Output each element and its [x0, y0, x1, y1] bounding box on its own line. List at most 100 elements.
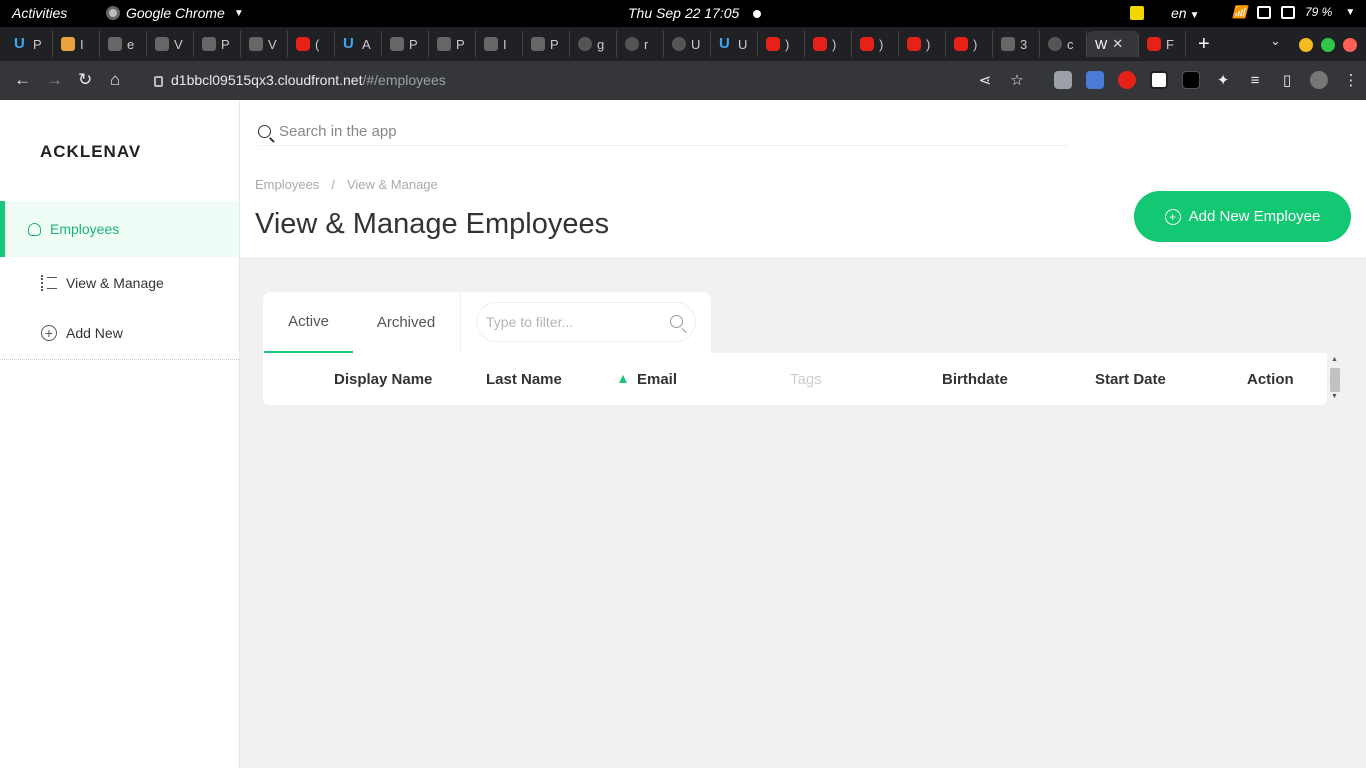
- app-menu[interactable]: Google Chrome ▼: [106, 5, 244, 21]
- sidebar-item-view-manage[interactable]: View & Manage: [0, 256, 239, 310]
- address-bar[interactable]: d1bbcl09515qx3.cloudfront.net/#/employee…: [154, 72, 446, 88]
- browser-tab[interactable]: c: [1040, 31, 1087, 57]
- youtube-icon: [766, 37, 780, 51]
- tab-archived[interactable]: Archived: [353, 292, 459, 353]
- browser-tab[interactable]: P: [523, 31, 570, 57]
- browser-tab[interactable]: ): [899, 31, 946, 57]
- kebab-menu-icon[interactable]: ⋮: [1342, 71, 1360, 89]
- search-icon: [258, 125, 271, 138]
- scroll-down-icon[interactable]: ▼: [1331, 393, 1338, 400]
- browser-tab[interactable]: UU: [711, 31, 758, 57]
- breadcrumb-view-manage[interactable]: View & Manage: [347, 177, 438, 192]
- system-status-menu[interactable]: 📶 79 % ▼: [1232, 5, 1355, 19]
- extension-icon[interactable]: [1054, 71, 1072, 89]
- language-label: en: [1171, 5, 1187, 21]
- reading-list-icon[interactable]: ≡: [1246, 72, 1264, 89]
- close-tab-icon[interactable]: ✕: [1112, 36, 1123, 52]
- tab-letter: U: [691, 36, 701, 52]
- profile-avatar[interactable]: [1310, 71, 1328, 89]
- browser-tab[interactable]: P: [429, 31, 476, 57]
- sidebar-item-label: Employees: [50, 221, 120, 237]
- browser-tab[interactable]: e: [100, 31, 147, 57]
- page-icon: [484, 37, 498, 51]
- home-icon[interactable]: ⌂: [110, 70, 120, 90]
- tab-letter: ): [879, 36, 884, 52]
- side-panel-icon[interactable]: ▯: [1278, 71, 1296, 89]
- tab-letter: ): [926, 36, 931, 52]
- tab-divider: [460, 292, 461, 354]
- browser-tab[interactable]: P: [382, 31, 429, 57]
- breadcrumb-employees[interactable]: Employees: [255, 177, 319, 192]
- browser-tab[interactable]: ): [852, 31, 899, 57]
- toolbar-actions: ⋖ ☆ ✦ ≡ ▯ ⋮: [976, 71, 1360, 89]
- network-icon: [1256, 5, 1271, 19]
- tab-letter: P: [221, 36, 230, 52]
- search-input[interactable]: [279, 123, 979, 140]
- sidebar-item-employees[interactable]: Employees: [0, 201, 239, 257]
- browser-tab[interactable]: V: [147, 31, 194, 57]
- lock-icon[interactable]: [154, 75, 163, 87]
- column-header-start-date[interactable]: Start Date: [1095, 371, 1166, 388]
- browser-tab[interactable]: V: [241, 31, 288, 57]
- browser-tab[interactable]: I: [476, 31, 523, 57]
- table-scrollbar[interactable]: ▲ ▼: [1328, 353, 1342, 405]
- star-icon[interactable]: ☆: [1008, 71, 1026, 89]
- sidebar-item-add-new[interactable]: + Add New: [0, 306, 239, 360]
- plus-circle-icon: +: [1164, 208, 1181, 225]
- tab-active[interactable]: Active: [264, 292, 353, 353]
- puzzle-icon[interactable]: ✦: [1214, 71, 1232, 89]
- column-header-email[interactable]: Email: [619, 371, 677, 388]
- globe-icon: [155, 37, 169, 51]
- translate-extension-icon[interactable]: [1086, 71, 1104, 89]
- lock-extension-icon[interactable]: [1182, 71, 1200, 89]
- new-tab-button[interactable]: +: [1198, 33, 1210, 56]
- scroll-thumb[interactable]: [1330, 368, 1340, 392]
- minimize-button[interactable]: [1299, 38, 1313, 52]
- app-search: [258, 118, 1068, 146]
- forward-arrow-icon[interactable]: →: [46, 70, 63, 90]
- upwork-icon: U: [343, 35, 354, 52]
- url-path: /#/employees: [362, 72, 446, 88]
- browser-tab[interactable]: r: [617, 31, 664, 57]
- browser-tab[interactable]: F: [1139, 31, 1186, 57]
- back-arrow-icon[interactable]: ←: [14, 70, 31, 90]
- browser-tab[interactable]: ): [758, 31, 805, 57]
- company-logo[interactable]: ACKLENAVENUE: [40, 142, 140, 162]
- search-icon: [670, 315, 683, 328]
- clock[interactable]: Thu Sep 22 17:05: [628, 5, 739, 21]
- browser-tab[interactable]: (: [288, 31, 335, 57]
- add-new-employee-button[interactable]: + Add New Employee: [1134, 191, 1351, 242]
- plus-circle-icon: +: [41, 324, 57, 341]
- notes-icon[interactable]: [1130, 6, 1144, 20]
- filter-input[interactable]: [486, 314, 656, 330]
- browser-tab[interactable]: I: [53, 31, 100, 57]
- scroll-up-icon[interactable]: ▲: [1331, 356, 1338, 363]
- browser-tab[interactable]: P: [194, 31, 241, 57]
- browser-tab-active[interactable]: W ✕: [1087, 31, 1139, 57]
- share-icon[interactable]: ⋖: [976, 71, 994, 89]
- column-header-last-name[interactable]: Last Name: [486, 371, 562, 388]
- column-header-display-name[interactable]: Display Name: [334, 371, 432, 388]
- notion-extension-icon[interactable]: [1150, 71, 1168, 89]
- close-window-button[interactable]: [1343, 38, 1357, 52]
- browser-tab[interactable]: ): [946, 31, 993, 57]
- language-selector[interactable]: en ▼: [1171, 5, 1199, 21]
- browser-tab[interactable]: 3: [993, 31, 1040, 57]
- reload-icon[interactable]: ↻: [78, 70, 92, 90]
- tab-letter: r: [644, 36, 649, 52]
- active-tab-letter: W: [1095, 36, 1108, 52]
- activities-button[interactable]: Activities: [12, 5, 67, 21]
- tab-letter: P: [409, 36, 418, 52]
- browser-tab[interactable]: U: [664, 31, 711, 57]
- tab-letter: F: [1166, 36, 1174, 52]
- github-icon: [578, 37, 592, 51]
- browser-tab[interactable]: ): [805, 31, 852, 57]
- adblock-extension-icon[interactable]: [1118, 71, 1136, 89]
- employee-tabs: Active Archived: [263, 292, 711, 354]
- maximize-button[interactable]: [1321, 38, 1335, 52]
- browser-tab[interactable]: g: [570, 31, 617, 57]
- browser-tab[interactable]: UP: [6, 31, 53, 57]
- column-header-birthdate[interactable]: Birthdate: [942, 371, 1008, 388]
- tab-search-chevron-icon[interactable]: ⌄: [1270, 33, 1281, 49]
- browser-tab[interactable]: UA: [335, 31, 382, 57]
